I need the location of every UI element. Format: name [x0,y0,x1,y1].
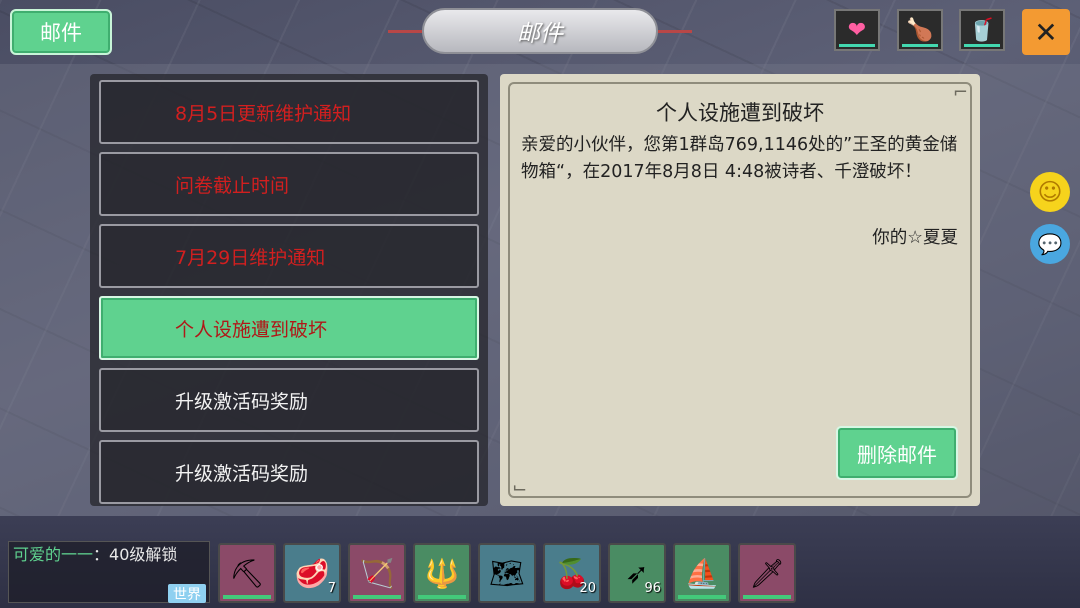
drumstick-glyph: 🍗 [906,17,934,43]
spear-icon: 🔱 [424,556,460,590]
hotbar-slot-steak[interactable]: 🥩 7 [283,543,341,603]
close-button[interactable]: ✕ [1022,9,1070,55]
chat-message: ：40级解锁 [93,545,178,564]
hotbar-slot-boat[interactable]: ⛵ [673,543,731,603]
thirst-bar [964,44,1000,47]
boat-icon: ⛵ [684,556,720,590]
mail-list-panel[interactable]: 8月5日更新维护通知 问卷截止时间 7月29日维护通知 个人设施遭到破坏 升级激… [90,74,488,506]
corner-ornament-icon: ⌙ [512,477,528,498]
durability-bar [678,595,726,599]
pickaxe-icon: ⛏ [229,556,265,590]
delete-mail-button[interactable]: 删除邮件 [836,426,958,480]
heart-bar [839,44,875,47]
hotbar-slot-berries[interactable]: 🍒 20 [543,543,601,603]
hotbar-slot-arrow[interactable]: ➶ 96 [608,543,666,603]
hotbar-slot-map[interactable]: 🗺 [478,543,536,603]
mail-item[interactable]: 升级激活码奖励 [99,368,479,432]
item-count: 7 [327,581,336,596]
world-channel-tag[interactable]: 世界 [168,584,206,603]
hunger-bar [902,44,938,47]
hotbar-slot-pickaxe[interactable]: ⛏ [218,543,276,603]
bow-icon: 🏹 [359,556,395,590]
mail-item[interactable]: 升级激活码奖励 [99,440,479,504]
mail-tab-button[interactable]: 邮件 [10,9,112,55]
drumstick-icon[interactable]: 🍗 [897,9,943,51]
durability-bar [418,595,466,599]
item-count: 96 [644,581,661,596]
cup-glyph: 🥤 [968,17,996,43]
heart-icon[interactable]: ❤ [834,9,880,51]
smiley-icon[interactable]: ☺ [1030,172,1070,212]
durability-bar [223,595,271,599]
steak-icon: 🥩 [294,556,330,590]
mail-detail-body: 亲爱的小伙伴，您第1群岛769,1146处的”王圣的黄金储物箱“，在2017年8… [521,135,958,182]
item-count: 20 [579,581,596,596]
hotbar-slot-spear[interactable]: 🔱 [413,543,471,603]
mail-item[interactable]: 问卷截止时间 [99,152,479,216]
heart-glyph: ❤ [847,17,867,43]
hotbar-slot-crystal-sword[interactable]: 🗡 [738,543,796,603]
map-icon: 🗺 [489,556,525,590]
cup-icon[interactable]: 🥤 [959,9,1005,51]
hotbar-slot-bow[interactable]: 🏹 [348,543,406,603]
chat-sender: 可爱的一一 [13,545,94,564]
mail-detail-title: 个人设施遭到破坏 [656,101,824,125]
mail-item-selected[interactable]: 个人设施遭到破坏 [99,296,479,360]
page-title: 邮件 [422,8,658,54]
mail-signature: 你的☆夏夏 [872,228,958,248]
mail-item[interactable]: 7月29日维护通知 [99,224,479,288]
durability-bar [743,595,791,599]
mail-item[interactable]: 8月5日更新维护通知 [99,80,479,144]
title-plate: 邮件 [368,0,712,56]
chat-bubble-icon[interactable]: 💬 [1030,224,1070,264]
crystal-sword-icon: 🗡 [749,556,785,590]
durability-bar [353,595,401,599]
